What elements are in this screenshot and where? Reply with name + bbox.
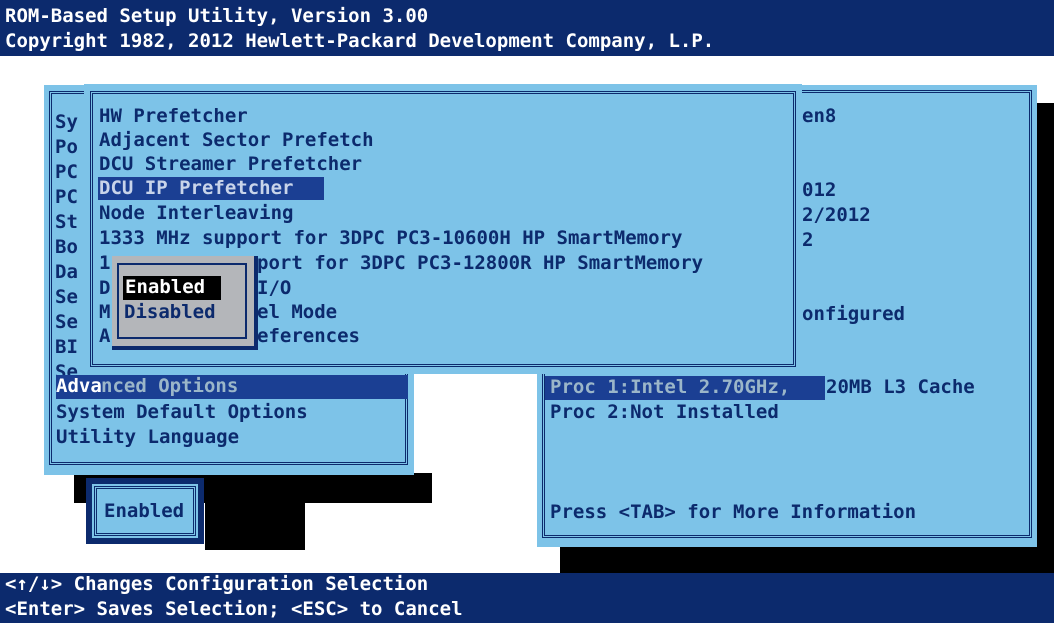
status-bar: <↑/↓> Changes Configuration Selection <E… <box>0 573 1054 623</box>
menu-item-clipped[interactable]: Po <box>55 135 78 160</box>
info-fragment: 012 <box>802 179 837 201</box>
info-fragment: 2/2012 <box>802 204 871 226</box>
menu-item-clipped[interactable]: Se <box>55 285 78 310</box>
popup-item-dcu-streamer-prefetcher[interactable]: DCU Streamer Prefetcher <box>99 152 362 177</box>
title-line: ROM-Based Setup Utility, Version 3.00 <box>5 5 429 27</box>
help-line-save-cancel: <Enter> Saves Selection; <ESC> to Cancel <box>5 598 463 620</box>
info-fragment: en8 <box>802 105 837 127</box>
proc1-dim: Proc 1:Intel 2.70GHz, <box>550 376 791 398</box>
popup-item-mode-suffix[interactable]: el Mode <box>257 300 337 325</box>
value-shadow <box>205 480 305 550</box>
option-disabled[interactable]: Disabled <box>124 300 216 325</box>
dcu-ip-prefetcher-label: DCU IP Prefetcher <box>99 177 294 199</box>
menu-item-clipped[interactable]: Se <box>55 310 78 335</box>
help-line-navigation: <↑/↓> Changes Configuration Selection <box>5 573 429 595</box>
popup-item-m-prefix[interactable]: M <box>99 300 110 325</box>
popup-item-node-interleaving[interactable]: Node Interleaving <box>99 201 293 226</box>
menu-item-clipped[interactable]: Da <box>55 260 78 285</box>
title-bar: ROM-Based Setup Utility, Version 3.00 Co… <box>0 0 1054 56</box>
popup-item-d-prefix[interactable]: D <box>99 276 110 301</box>
tab-hint: Press <TAB> for More Information <box>550 501 917 523</box>
popup-item-1600mhz-prefix[interactable]: 1 <box>99 251 110 276</box>
popup-item-a-prefix[interactable]: A <box>99 324 110 349</box>
advanced-options-label: nced Options <box>101 375 239 397</box>
menu-item-system-default-options[interactable]: System Default Options <box>56 400 308 425</box>
popup-item-adjacent-sector-prefetch[interactable]: Adjacent Sector Prefetch <box>99 128 374 153</box>
option-enabled-label: Enabled <box>125 276 206 298</box>
menu-item-clipped[interactable]: BI <box>55 335 78 360</box>
option-enabled[interactable]: Enabled <box>123 276 221 300</box>
menu-item-clipped[interactable]: St <box>55 210 78 235</box>
advanced-options-label-hl: Adva <box>56 375 102 397</box>
current-value-box: Enabled <box>86 478 204 544</box>
menu-item-utility-language[interactable]: Utility Language <box>56 425 239 450</box>
popup-item-references-suffix[interactable]: eferences <box>257 324 360 349</box>
info-fragment: 2 <box>802 229 814 251</box>
proc1-cache: 20MB L3 Cache <box>826 376 975 398</box>
menu-item-clipped[interactable]: Sy <box>55 110 78 135</box>
info-fragment: onfigured <box>802 303 905 325</box>
menu-item-clipped[interactable]: PC <box>55 185 78 210</box>
proc2-info: Proc 2:Not Installed <box>550 401 779 423</box>
copyright-line: Copyright 1982, 2012 Hewlett-Packard Dev… <box>5 30 715 52</box>
menu-item-advanced-options[interactable]: Adva nced Options <box>56 375 408 399</box>
popup-item-io-suffix[interactable]: I/O <box>257 276 291 301</box>
popup-item-dcu-ip-prefetcher[interactable]: DCU IP Prefetcher <box>98 177 324 200</box>
current-value-inner: Enabled <box>92 484 198 538</box>
popup-item-1333mhz-support[interactable]: 1333 MHz support for 3DPC PC3-10600H HP … <box>99 226 682 251</box>
popup-item-1600mhz-support[interactable]: port for 3DPC PC3-12800R HP SmartMemory <box>257 251 703 276</box>
current-value-text: Enabled <box>104 500 185 522</box>
menu-item-clipped[interactable]: Bo <box>55 235 78 260</box>
menu-item-clipped[interactable]: PC <box>55 160 78 185</box>
popup-item-hw-prefetcher[interactable]: HW Prefetcher <box>99 104 248 129</box>
